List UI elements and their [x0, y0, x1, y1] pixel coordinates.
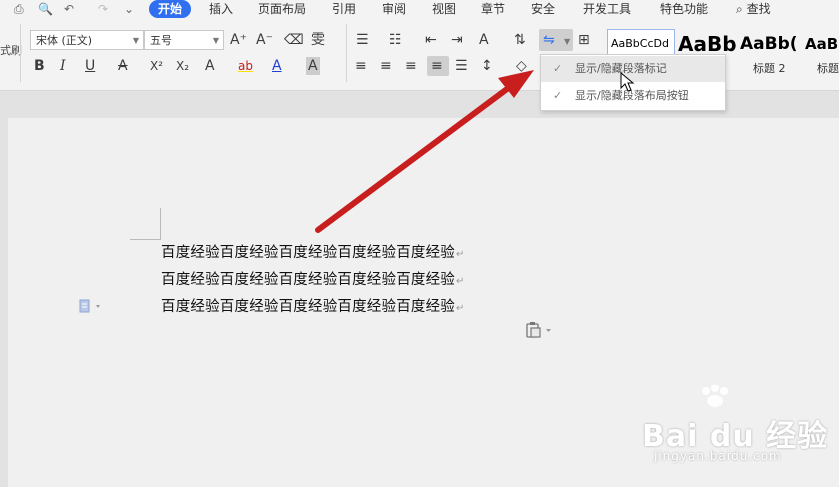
menu-tab-references[interactable]: 引用: [332, 0, 356, 18]
subscript-icon[interactable]: X₂: [176, 57, 189, 75]
justify-icon[interactable]: ≡: [431, 57, 443, 75]
bullets-icon[interactable]: ☰: [356, 31, 369, 49]
document-line[interactable]: 百度经验百度经验百度经验百度经验百度经验↵: [161, 295, 465, 316]
menu-tab-home[interactable]: 开始: [149, 0, 192, 18]
search-label: 查找: [746, 2, 771, 16]
mouse-cursor-icon: [620, 72, 635, 92]
check-icon: ✓: [553, 89, 563, 102]
font-name-select[interactable]: 宋体 (正文) ▼: [30, 30, 144, 50]
margin-corner-mark: [130, 239, 161, 240]
style-title-label: 标题: [817, 62, 839, 75]
menu-bar: ⎙ 🔍 ↶ ↷ ⌄ 开始 插入 页面布局 引用 审阅 视图 章节 安全 开发工具…: [0, 0, 839, 18]
numbering-icon[interactable]: ☷: [389, 31, 402, 49]
font-effect-icon[interactable]: A: [205, 57, 215, 75]
sort-icon[interactable]: ⇅: [514, 31, 526, 49]
paragraph-shading-icon[interactable]: ◇: [516, 57, 527, 75]
menu-tab-view[interactable]: 视图: [432, 0, 456, 18]
undo-icon[interactable]: ↶: [64, 1, 74, 17]
baidu-jingyan-watermark: Bai du 经验 jingyan.baidu.com: [642, 385, 828, 463]
chevron-down-icon[interactable]: ▼: [564, 33, 570, 51]
format-painter-label[interactable]: 式刷: [0, 42, 22, 60]
shrink-font-icon[interactable]: A⁻: [256, 31, 273, 49]
search-icon: ⌕: [736, 2, 743, 16]
ribbon-separator: [346, 24, 347, 82]
customize-quick-access-icon[interactable]: ⌄: [124, 1, 134, 17]
document-line-text: 百度经验百度经验百度经验百度经验百度经验: [161, 299, 455, 315]
redo-icon[interactable]: ↷: [98, 1, 108, 17]
document-line-text: 百度经验百度经验百度经验百度经验百度经验: [161, 272, 455, 288]
strikethrough-icon[interactable]: A: [118, 57, 128, 75]
style-heading2-label: 标题 2: [753, 62, 786, 75]
menu-tab-security[interactable]: 安全: [531, 0, 555, 18]
print-icon[interactable]: ⎙: [14, 1, 24, 17]
chevron-down-icon: ▼: [212, 36, 219, 45]
decrease-indent-icon[interactable]: ⇤: [425, 31, 437, 49]
align-right-icon[interactable]: ≡: [405, 57, 417, 75]
clear-format-icon[interactable]: ⌫: [284, 31, 304, 49]
watermark-url: jingyan.baidu.com: [654, 449, 782, 463]
phonetic-guide-icon[interactable]: 雯: [311, 31, 325, 49]
document-icon: [79, 299, 100, 313]
bold-icon[interactable]: B: [34, 57, 45, 75]
font-size-value: 五号: [150, 34, 172, 47]
underline-icon[interactable]: U: [85, 57, 95, 75]
font-size-select[interactable]: 五号 ▼: [144, 30, 224, 50]
distributed-align-icon[interactable]: ☰: [455, 57, 468, 75]
paragraph-mark: ↵: [456, 276, 465, 287]
style-heading2-preview[interactable]: AaBb(: [740, 28, 796, 60]
paste-options-button[interactable]: [525, 321, 555, 343]
menu-tab-review[interactable]: 审阅: [382, 0, 406, 18]
line-spacing-icon[interactable]: ↕: [481, 57, 493, 75]
align-left-icon[interactable]: ≡: [355, 57, 367, 75]
print-preview-icon[interactable]: 🔍: [38, 1, 53, 17]
highlight-color-icon[interactable]: ab: [238, 57, 253, 75]
paragraph-mark: ↵: [456, 303, 465, 314]
show-hide-marks-icon[interactable]: ⇋: [543, 31, 555, 49]
menu-tab-special-features[interactable]: 特色功能: [660, 0, 708, 18]
table-icon[interactable]: ⊞: [578, 31, 590, 49]
font-name-value: 宋体 (正文): [36, 34, 93, 47]
style-title-preview[interactable]: AaBb: [805, 28, 839, 60]
menu-tab-page-layout[interactable]: 页面布局: [258, 0, 306, 18]
superscript-icon[interactable]: X²: [150, 57, 163, 75]
margin-corner-mark: [160, 208, 161, 240]
increase-indent-icon[interactable]: ⇥: [451, 31, 463, 49]
search-button[interactable]: ⌕ 查找: [736, 0, 771, 18]
grow-font-icon[interactable]: A⁺: [230, 31, 247, 49]
text-effect-icon[interactable]: A: [479, 31, 489, 49]
font-color-icon[interactable]: A: [272, 57, 282, 75]
document-line-text: 百度经验百度经验百度经验百度经验百度经验: [161, 245, 455, 261]
clipboard-icon: [526, 322, 551, 338]
paragraph-layout-button[interactable]: [79, 298, 103, 317]
paw-logo-icon: [702, 385, 728, 407]
document-line[interactable]: 百度经验百度经验百度经验百度经验百度经验↵: [161, 268, 465, 289]
align-center-icon[interactable]: ≡: [380, 57, 392, 75]
chevron-down-icon: ▼: [132, 36, 139, 45]
italic-icon[interactable]: I: [60, 57, 66, 75]
char-shading-icon[interactable]: A: [306, 57, 320, 75]
paragraph-mark: ↵: [456, 249, 465, 260]
menu-tab-insert[interactable]: 插入: [209, 0, 233, 18]
menu-tab-chapter[interactable]: 章节: [481, 0, 505, 18]
document-line[interactable]: 百度经验百度经验百度经验百度经验百度经验↵: [161, 241, 465, 262]
check-icon: ✓: [553, 62, 563, 75]
ribbon-separator: [20, 24, 21, 82]
menu-tab-developer[interactable]: 开发工具: [583, 0, 631, 18]
